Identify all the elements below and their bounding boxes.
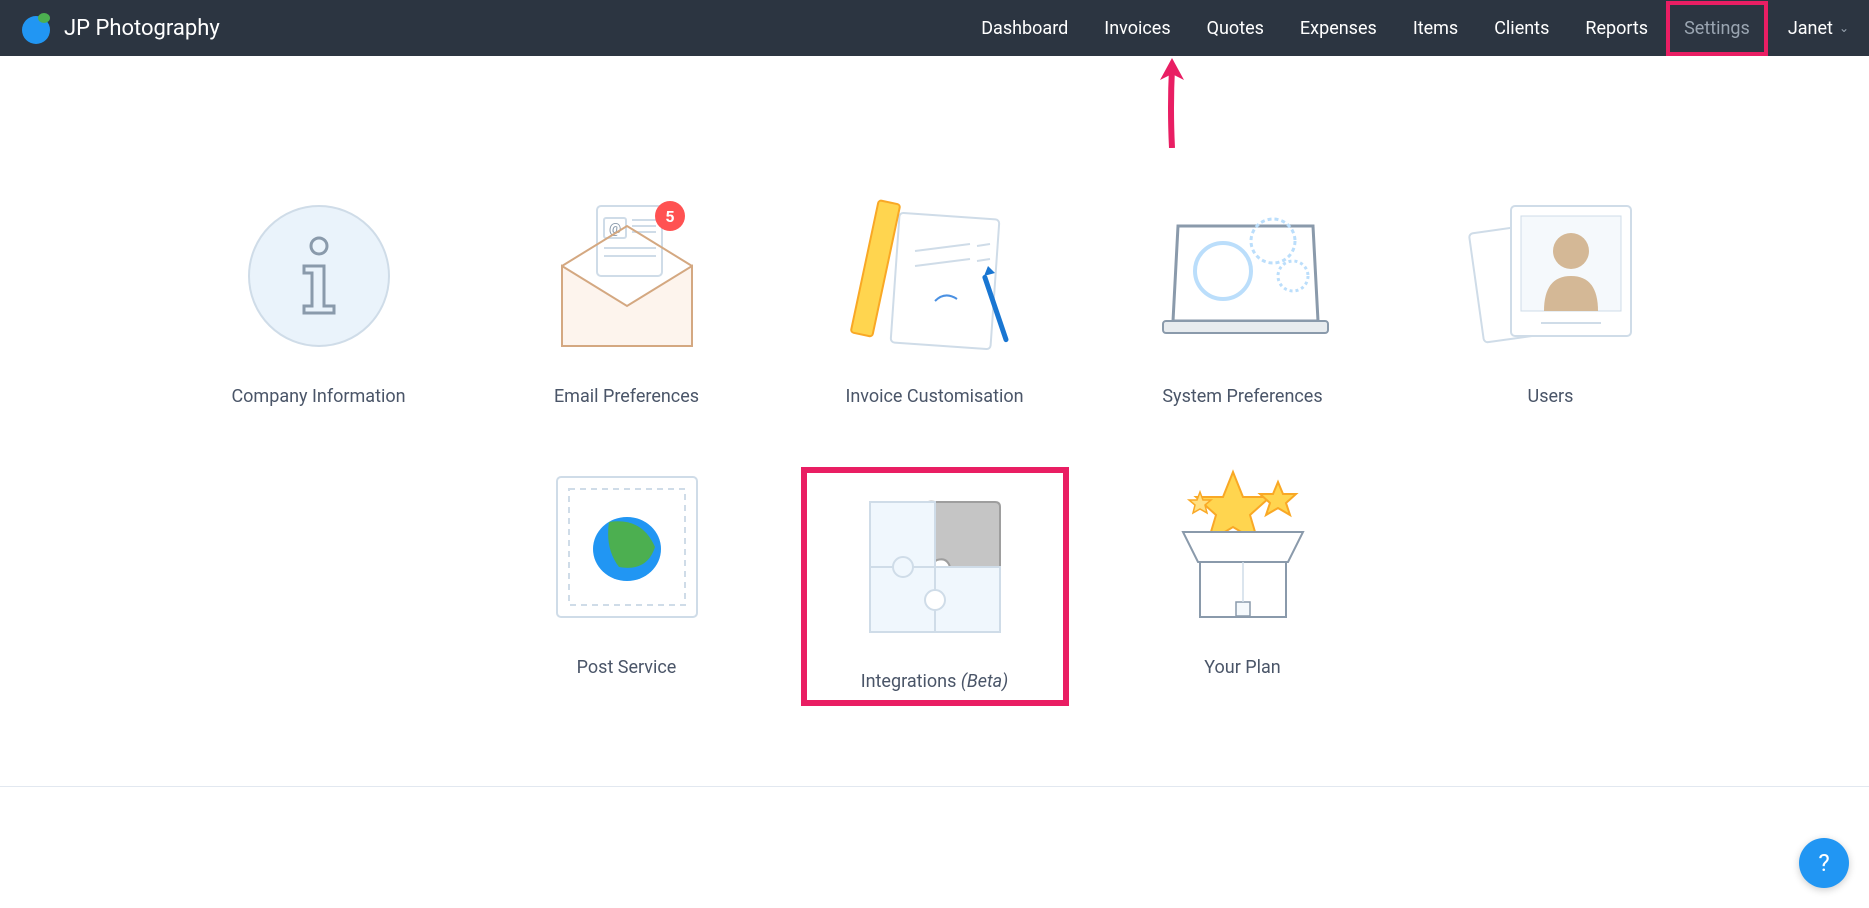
company-name: JP Photography (64, 16, 220, 41)
nav-settings[interactable]: Settings (1666, 1, 1768, 56)
settings-grid-row1: Company Information @ 5 (185, 196, 1685, 407)
info-icon (224, 196, 414, 356)
nav-items[interactable]: Items (1395, 1, 1476, 56)
divider (0, 786, 1869, 787)
settings-content: Company Information @ 5 (0, 56, 1869, 746)
header: JP Photography Dashboard Invoices Quotes… (0, 0, 1869, 56)
tile-integrations[interactable]: Integrations (Beta) (801, 467, 1069, 706)
nav-clients[interactable]: Clients (1476, 1, 1567, 56)
main-nav: Dashboard Invoices Quotes Expenses Items… (963, 1, 1768, 56)
nav-reports[interactable]: Reports (1567, 1, 1666, 56)
tile-label: Your Plan (1204, 657, 1280, 678)
tile-your-plan[interactable]: Your Plan (1109, 467, 1377, 706)
tile-label: System Preferences (1162, 386, 1322, 407)
logo-container[interactable]: JP Photography (20, 12, 220, 44)
integrations-icon (840, 487, 1030, 647)
tile-label: Email Preferences (554, 386, 699, 407)
nav-expenses[interactable]: Expenses (1282, 1, 1395, 56)
nav-dashboard[interactable]: Dashboard (963, 1, 1086, 56)
users-icon (1456, 196, 1646, 356)
tile-label: Integrations (Beta) (861, 671, 1009, 692)
help-icon: ? (1818, 849, 1829, 877)
svg-text:5: 5 (665, 207, 674, 226)
tile-label: Users (1528, 386, 1574, 407)
tile-post-service[interactable]: Post Service (493, 467, 761, 706)
svg-text:@: @ (608, 221, 621, 237)
user-menu[interactable]: Janet ⌄ (1788, 18, 1849, 39)
invoice-icon (840, 196, 1030, 356)
tile-label: Company Information (231, 386, 405, 407)
post-icon (532, 467, 722, 627)
email-icon: @ 5 (532, 196, 722, 356)
logo-icon (20, 12, 52, 44)
help-button[interactable]: ? (1799, 838, 1849, 888)
user-name: Janet (1788, 18, 1833, 39)
tile-label: Post Service (577, 657, 677, 678)
tile-users[interactable]: Users (1417, 196, 1685, 407)
nav-quotes[interactable]: Quotes (1189, 1, 1282, 56)
arrow-annotation (1152, 58, 1192, 148)
tile-system-preferences[interactable]: System Preferences (1109, 196, 1377, 407)
plan-icon (1148, 467, 1338, 627)
tile-label: Invoice Customisation (845, 386, 1023, 407)
system-icon (1148, 196, 1338, 356)
chevron-down-icon: ⌄ (1839, 21, 1849, 35)
tile-email-preferences[interactable]: @ 5 Email Preferences (493, 196, 761, 407)
tile-company-information[interactable]: Company Information (185, 196, 453, 407)
nav-invoices[interactable]: Invoices (1086, 1, 1188, 56)
tile-invoice-customisation[interactable]: Invoice Customisation (801, 196, 1069, 407)
settings-grid-row2: Post Service Integrations (Beta) (185, 467, 1685, 706)
